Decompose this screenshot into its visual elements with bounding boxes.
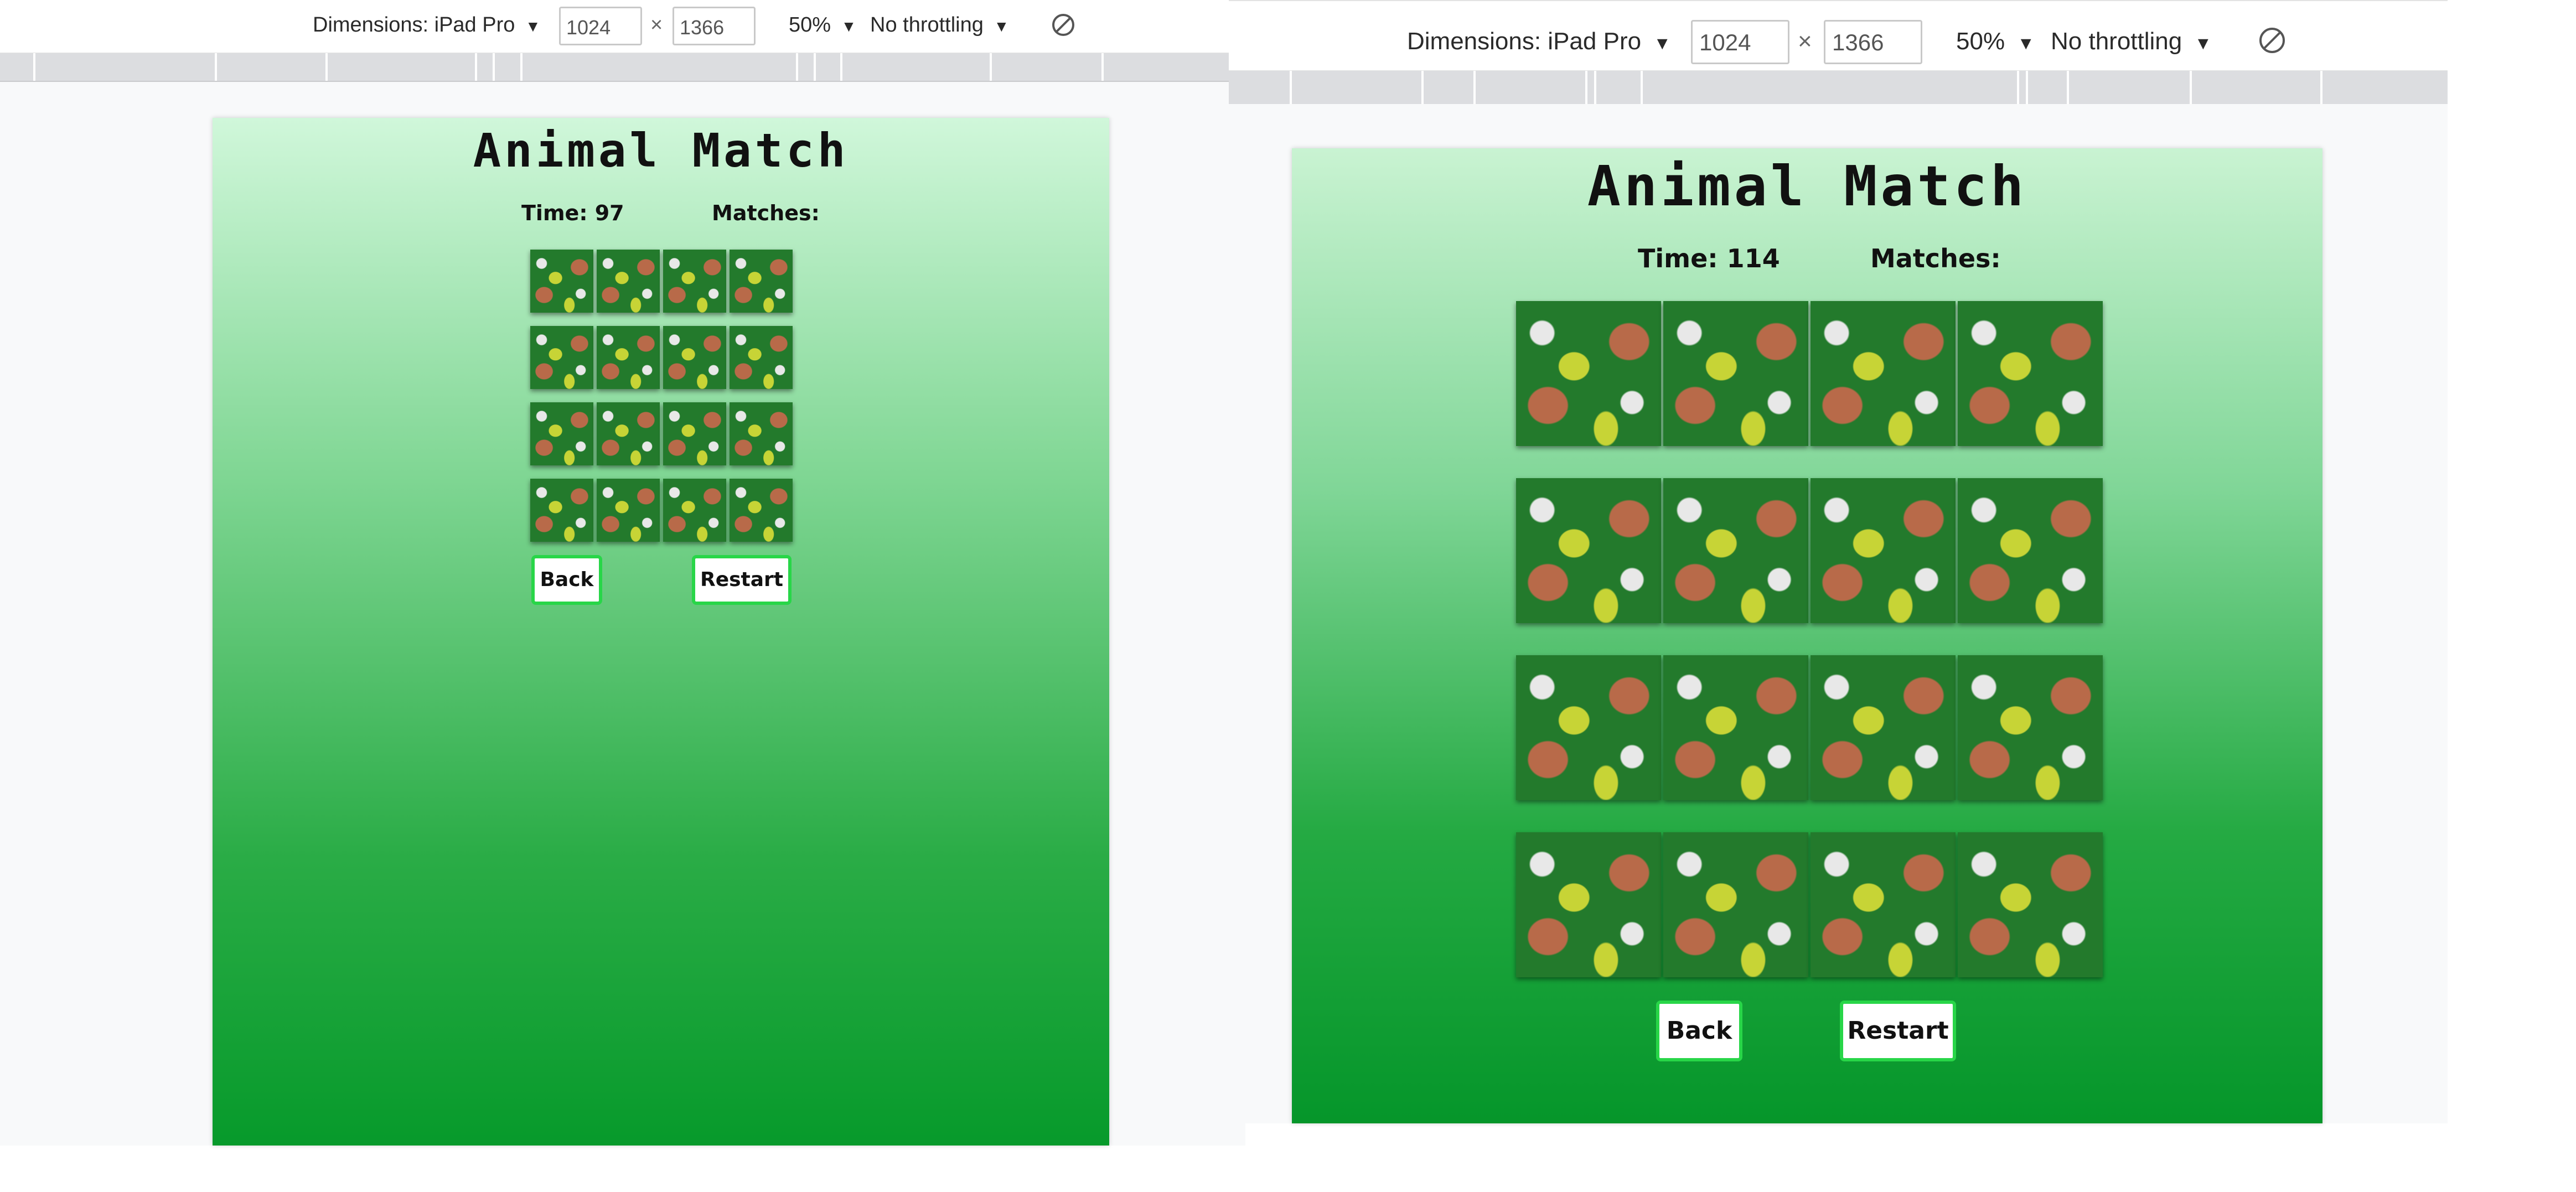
memory-card[interactable]: [730, 326, 793, 389]
memory-card[interactable]: [1663, 655, 1808, 800]
device-toolbar: Dimensions: iPad Pro ▼ 1024 × 1366 50% ▼…: [1229, 0, 2448, 71]
right-devtools-screenshot: Dimensions: iPad Pro ▼ 1024 × 1366 50% ▼…: [1229, 0, 2448, 1123]
memory-card[interactable]: [1663, 301, 1808, 446]
dimensions-dropdown[interactable]: Dimensions: iPad Pro ▼: [313, 13, 541, 37]
chevron-down-icon: ▼: [1653, 33, 1671, 53]
zoom-label: 50%: [789, 13, 831, 37]
back-button[interactable]: Back: [531, 555, 602, 605]
memory-card[interactable]: [663, 402, 726, 465]
chevron-down-icon: ▼: [525, 18, 541, 35]
restart-button[interactable]: Restart: [692, 555, 792, 605]
rotate-disabled-icon[interactable]: [1051, 12, 1076, 38]
timer-label: Time: 114: [1638, 243, 1780, 273]
memory-card[interactable]: [1811, 301, 1956, 446]
device-viewport: Animal Match Time: 114 Matches: Back Res…: [1292, 148, 2322, 1123]
memory-card[interactable]: [1811, 832, 1956, 977]
memory-card[interactable]: [1958, 301, 2103, 446]
memory-card[interactable]: [530, 479, 593, 542]
memory-card[interactable]: [1516, 655, 1661, 800]
back-button[interactable]: Back: [1656, 1001, 1742, 1061]
media-query-ruler: [1229, 71, 2448, 104]
memory-card[interactable]: [730, 402, 793, 465]
dimensions-dropdown[interactable]: Dimensions: iPad Pro ▼: [1407, 28, 1671, 55]
throttling-label: No throttling: [2051, 28, 2182, 55]
memory-card[interactable]: [663, 250, 726, 313]
device-viewport: Animal Match Time: 97 Matches: Back Rest…: [213, 118, 1109, 1146]
memory-card[interactable]: [597, 326, 660, 389]
media-query-ruler: [0, 53, 1245, 82]
memory-card[interactable]: [663, 479, 726, 542]
memory-card[interactable]: [663, 326, 726, 389]
timer-label: Time: 97: [521, 201, 624, 225]
memory-card[interactable]: [1958, 478, 2103, 623]
matches-label: Matches:: [1870, 243, 2001, 273]
game-title: Animal Match: [1587, 154, 2027, 219]
memory-card[interactable]: [1663, 832, 1808, 977]
chevron-down-icon: ▼: [2017, 33, 2035, 53]
throttling-label: No throttling: [870, 13, 984, 37]
memory-card[interactable]: [1958, 832, 2103, 977]
memory-card[interactable]: [730, 479, 793, 542]
memory-card[interactable]: [597, 402, 660, 465]
rotate-disabled-icon[interactable]: [2257, 25, 2287, 55]
zoom-dropdown[interactable]: 50% ▼: [1956, 28, 2035, 55]
zoom-dropdown[interactable]: 50% ▼: [789, 13, 856, 37]
dimensions-label: Dimensions: iPad Pro: [313, 13, 515, 37]
memory-card[interactable]: [530, 402, 593, 465]
device-toolbar: Dimensions: iPad Pro ▼ 1024 × 1366 50% ▼…: [0, 0, 1245, 54]
memory-card[interactable]: [1516, 301, 1661, 446]
memory-card[interactable]: [1516, 832, 1661, 977]
memory-card[interactable]: [597, 479, 660, 542]
height-input[interactable]: 1366: [673, 7, 756, 45]
memory-card[interactable]: [530, 326, 593, 389]
restart-button[interactable]: Restart: [1840, 1001, 1956, 1061]
memory-card[interactable]: [1811, 655, 1956, 800]
memory-card[interactable]: [1516, 478, 1661, 623]
chevron-down-icon: ▼: [994, 18, 1010, 35]
dimensions-label: Dimensions: iPad Pro: [1407, 28, 1642, 55]
memory-card[interactable]: [730, 250, 793, 313]
memory-card[interactable]: [1811, 478, 1956, 623]
memory-card[interactable]: [530, 250, 593, 313]
height-input[interactable]: 1366: [1824, 20, 1922, 64]
matches-label: Matches:: [712, 201, 820, 225]
throttling-dropdown[interactable]: No throttling ▼: [2051, 28, 2212, 55]
memory-card[interactable]: [1663, 478, 1808, 623]
dimension-separator: ×: [650, 13, 663, 37]
dimension-separator: ×: [1798, 28, 1812, 55]
throttling-dropdown[interactable]: No throttling ▼: [870, 13, 1009, 37]
zoom-label: 50%: [1956, 28, 2005, 55]
left-devtools-screenshot: Dimensions: iPad Pro ▼ 1024 × 1366 50% ▼…: [0, 0, 1245, 1146]
memory-card[interactable]: [597, 250, 660, 313]
chevron-down-icon: ▼: [841, 18, 857, 35]
memory-card[interactable]: [1958, 655, 2103, 800]
width-input[interactable]: 1024: [1691, 20, 1789, 64]
chevron-down-icon: ▼: [2194, 33, 2212, 53]
width-input[interactable]: 1024: [559, 7, 642, 45]
game-title: Animal Match: [473, 123, 849, 178]
